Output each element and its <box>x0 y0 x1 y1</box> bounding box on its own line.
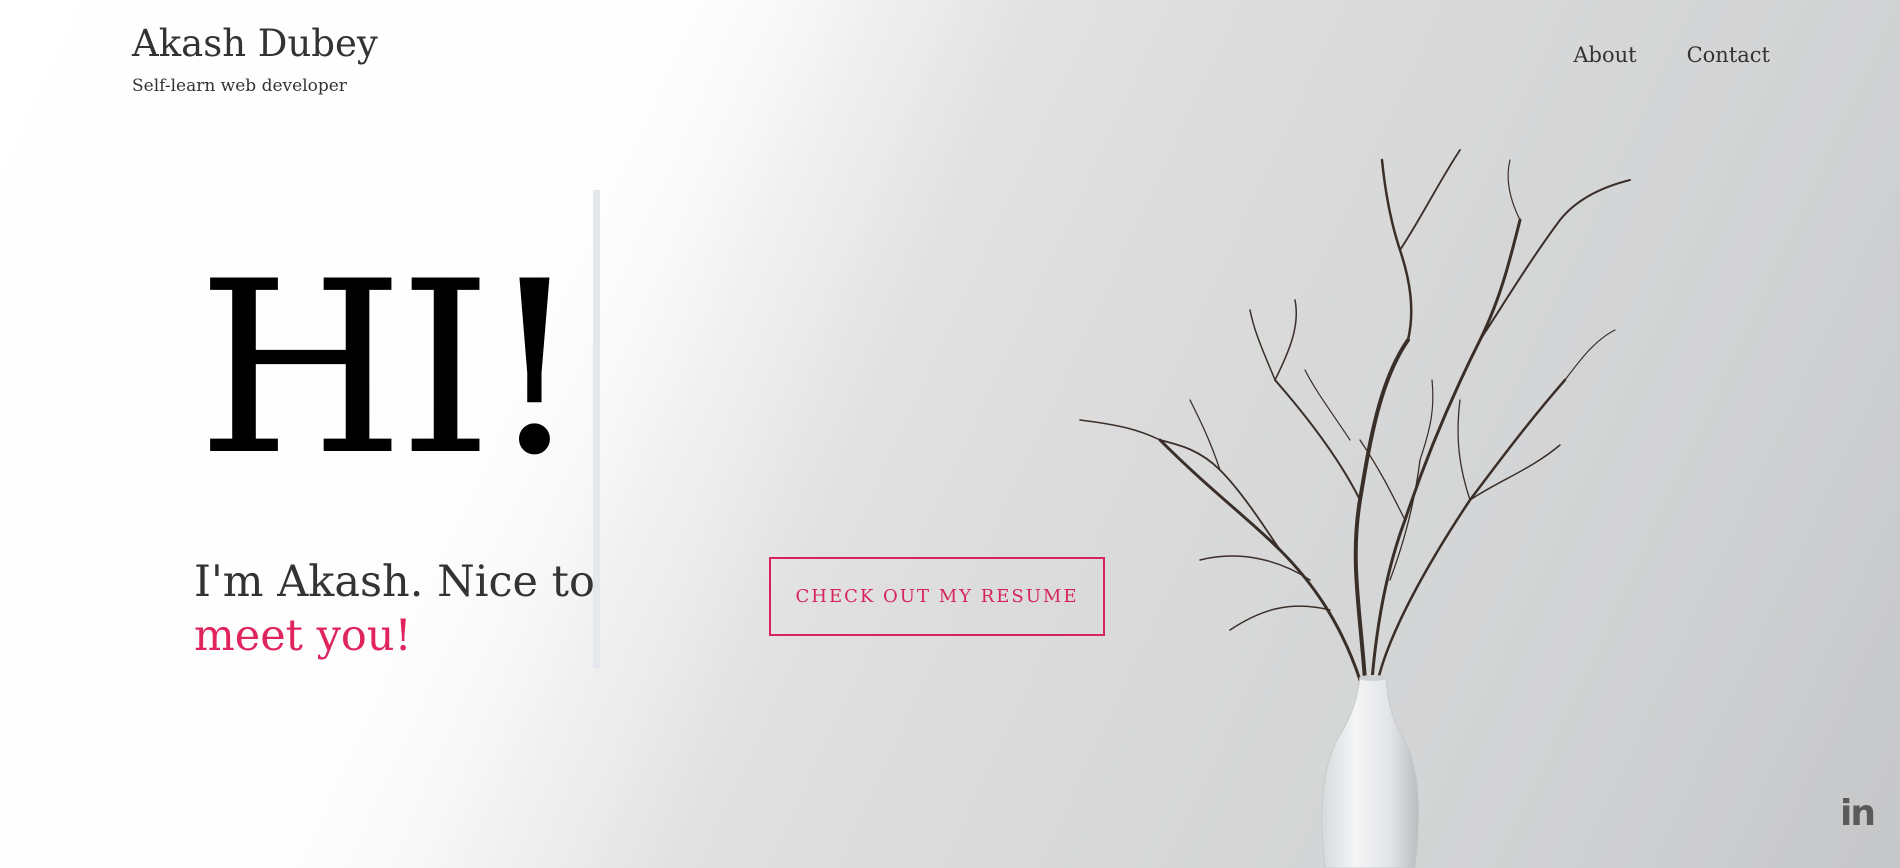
main-nav: About Contact <box>1573 43 1770 67</box>
linkedin-icon[interactable]: in <box>1840 796 1876 832</box>
hero-greeting: HI! <box>197 231 582 508</box>
brand: Akash Dubey Self-learn web developer <box>132 22 378 96</box>
brand-tagline: Self-learn web developer <box>132 76 347 96</box>
nav-contact-link[interactable]: Contact <box>1687 43 1770 67</box>
nav-about-link[interactable]: About <box>1573 43 1636 67</box>
intro-line-2: meet you! <box>194 611 412 661</box>
brand-name[interactable]: Akash Dubey <box>132 22 378 66</box>
vase-branches-illustration <box>1079 149 1631 868</box>
intro-text: I'm Akash. Nice to meet you! <box>194 555 595 663</box>
intro-line-1: I'm Akash. Nice to <box>194 557 595 607</box>
resume-button[interactable]: CHECK OUT MY RESUME <box>769 557 1105 636</box>
